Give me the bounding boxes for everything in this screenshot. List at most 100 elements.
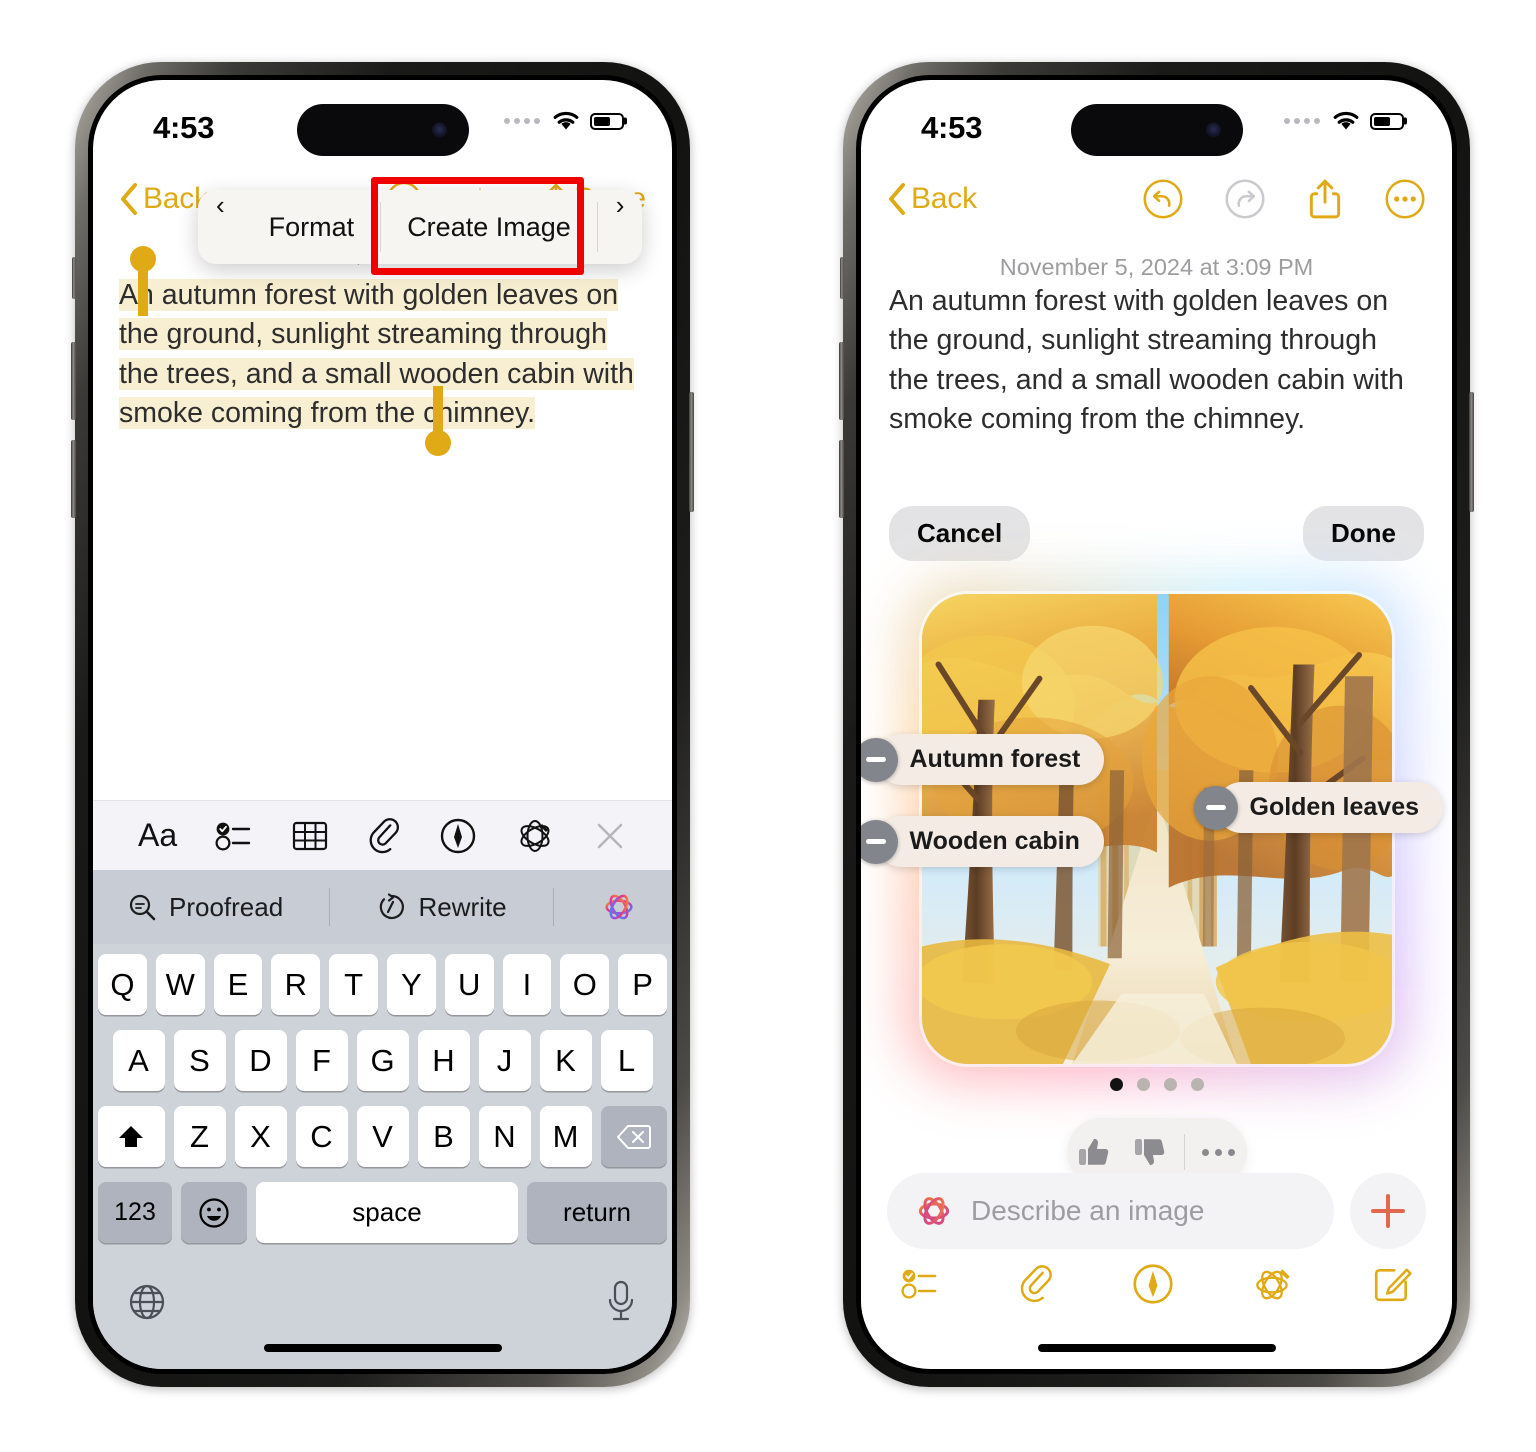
done-button-right[interactable]: Done bbox=[1303, 506, 1424, 561]
checklist-icon[interactable] bbox=[901, 1267, 941, 1301]
undo-icon[interactable] bbox=[1142, 178, 1184, 220]
checklist-icon[interactable] bbox=[215, 820, 253, 852]
keyboard-row-2: ASDFGHJKL bbox=[98, 1030, 667, 1091]
image-pagination-dots[interactable] bbox=[861, 1078, 1452, 1091]
volume-up-button-right[interactable] bbox=[839, 342, 844, 420]
mute-switch-right[interactable] bbox=[840, 257, 844, 299]
popup-next-button[interactable]: › bbox=[598, 190, 643, 264]
apple-intelligence-icon[interactable] bbox=[600, 888, 638, 926]
key-s[interactable]: S bbox=[173, 1030, 226, 1091]
page-dot-1[interactable] bbox=[1109, 1078, 1123, 1091]
image-playground-actions: Cancel Done bbox=[861, 506, 1452, 561]
key-x[interactable]: X bbox=[234, 1106, 287, 1167]
selection-handle-start[interactable] bbox=[130, 246, 156, 316]
note-date-right: November 5, 2024 at 3:09 PM bbox=[999, 254, 1314, 280]
key-f[interactable]: F bbox=[295, 1030, 348, 1091]
key-m[interactable]: M bbox=[539, 1106, 592, 1167]
power-button-right[interactable] bbox=[1469, 392, 1474, 512]
popup-item-format[interactable]: Format bbox=[243, 190, 381, 264]
cancel-button[interactable]: Cancel bbox=[889, 506, 1031, 561]
home-indicator[interactable] bbox=[263, 1344, 502, 1352]
paperclip-icon[interactable] bbox=[1018, 1264, 1054, 1304]
volume-down-button[interactable] bbox=[71, 440, 76, 518]
emoji-icon bbox=[199, 1197, 229, 1228]
mute-switch[interactable] bbox=[72, 257, 76, 299]
numbers-key[interactable]: 123 bbox=[98, 1182, 172, 1243]
thumbs-down-button[interactable] bbox=[1122, 1136, 1178, 1168]
phone-left: 4:53 Back An autumn forest with golden l… bbox=[71, 62, 694, 1387]
concept-chip-autumn-forest[interactable]: Autumn forest bbox=[861, 734, 1105, 785]
key-h[interactable]: H bbox=[417, 1030, 470, 1091]
page-dot-2[interactable] bbox=[1136, 1078, 1150, 1091]
selection-handle-end[interactable] bbox=[425, 386, 451, 456]
feedback-more-button[interactable] bbox=[1191, 1148, 1247, 1156]
chip-label: Autumn forest bbox=[875, 734, 1105, 785]
add-image-button[interactable] bbox=[1350, 1173, 1426, 1249]
proofread-button[interactable]: Proofread bbox=[127, 892, 283, 923]
key-q[interactable]: Q bbox=[98, 954, 147, 1015]
rewrite-button[interactable]: Rewrite bbox=[377, 892, 507, 923]
thumbs-up-button[interactable] bbox=[1067, 1136, 1123, 1168]
close-icon[interactable] bbox=[593, 819, 627, 853]
key-v[interactable]: V bbox=[356, 1106, 409, 1167]
paperclip-icon[interactable] bbox=[367, 817, 401, 855]
key-k[interactable]: K bbox=[539, 1030, 592, 1091]
describe-input-wrapper[interactable]: Describe an image bbox=[887, 1173, 1334, 1249]
concept-chip-wooden-cabin[interactable]: Wooden cabin bbox=[861, 816, 1104, 867]
key-y[interactable]: Y bbox=[387, 954, 436, 1015]
table-icon[interactable] bbox=[291, 819, 329, 853]
note-body-right[interactable]: An autumn forest with golden leaves on t… bbox=[861, 282, 1452, 439]
text-format-icon[interactable]: Aa bbox=[138, 817, 177, 854]
status-indicators-right bbox=[1284, 110, 1404, 132]
key-l[interactable]: L bbox=[600, 1030, 653, 1091]
key-r[interactable]: R bbox=[271, 954, 321, 1015]
markup-icon[interactable] bbox=[439, 817, 477, 855]
key-e[interactable]: E bbox=[213, 954, 263, 1015]
page-dot-3[interactable] bbox=[1163, 1078, 1177, 1091]
share-icon[interactable] bbox=[1306, 178, 1344, 220]
key-z[interactable]: Z bbox=[173, 1106, 226, 1167]
key-t[interactable]: T bbox=[329, 954, 378, 1015]
key-a[interactable]: A bbox=[112, 1030, 165, 1091]
page-dot-4[interactable] bbox=[1190, 1078, 1204, 1091]
microphone-icon[interactable] bbox=[603, 1279, 639, 1325]
apple-intelligence-icon[interactable] bbox=[1251, 1263, 1295, 1305]
volume-down-button-right[interactable] bbox=[839, 440, 844, 518]
home-indicator-right[interactable] bbox=[1037, 1344, 1276, 1352]
key-u[interactable]: U bbox=[444, 954, 494, 1015]
back-button[interactable]: Back bbox=[119, 182, 209, 216]
key-o[interactable]: O bbox=[560, 954, 610, 1015]
globe-icon[interactable] bbox=[126, 1281, 168, 1323]
key-p[interactable]: P bbox=[618, 954, 667, 1015]
markup-icon[interactable] bbox=[1132, 1263, 1174, 1305]
popup-item-create-image[interactable]: Create Image bbox=[381, 190, 597, 264]
emoji-key[interactable] bbox=[181, 1182, 247, 1243]
volume-up-button[interactable] bbox=[71, 342, 76, 420]
keyboard-row-4: 123 space return bbox=[98, 1182, 667, 1243]
popup-prev-button[interactable]: ‹ bbox=[198, 190, 243, 264]
chevron-left-icon bbox=[889, 183, 905, 215]
back-button-right[interactable]: Back bbox=[887, 182, 977, 216]
key-i[interactable]: I bbox=[502, 954, 552, 1015]
power-button[interactable] bbox=[689, 392, 694, 512]
backspace-key[interactable] bbox=[600, 1106, 667, 1167]
space-key[interactable]: space bbox=[256, 1182, 518, 1243]
key-c[interactable]: C bbox=[295, 1106, 348, 1167]
key-g[interactable]: G bbox=[356, 1030, 409, 1091]
key-b[interactable]: B bbox=[417, 1106, 470, 1167]
compose-icon[interactable] bbox=[1372, 1264, 1412, 1304]
phone-right: 4:53 Back November 5, 2024 at 3:09 PM An… bbox=[839, 62, 1474, 1387]
key-n[interactable]: N bbox=[478, 1106, 531, 1167]
more-icon[interactable] bbox=[1384, 178, 1426, 220]
note-body-left[interactable]: An autumn forest with golden leaves on t… bbox=[93, 276, 672, 433]
format-toolbar: Aa bbox=[93, 800, 672, 870]
return-key[interactable]: return bbox=[527, 1182, 667, 1243]
apple-intelligence-icon[interactable] bbox=[515, 817, 555, 855]
key-d[interactable]: D bbox=[234, 1030, 287, 1091]
concept-chip-golden-leaves[interactable]: Golden leaves bbox=[1193, 782, 1444, 833]
key-j[interactable]: J bbox=[478, 1030, 531, 1091]
redo-icon bbox=[1225, 179, 1265, 219]
shift-key[interactable] bbox=[98, 1106, 165, 1167]
minus-icon[interactable] bbox=[1193, 785, 1238, 830]
key-w[interactable]: W bbox=[155, 954, 205, 1015]
